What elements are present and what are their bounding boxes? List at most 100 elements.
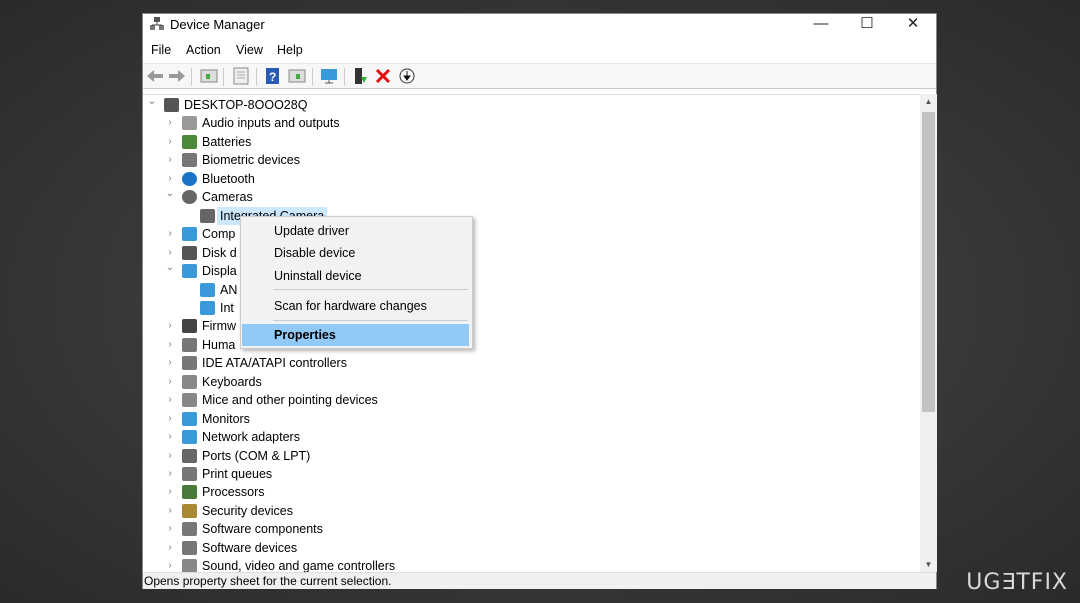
chevron-right-icon[interactable]: › [165, 557, 175, 572]
mouse-icon [182, 393, 197, 408]
update-driver-icon[interactable] [352, 67, 370, 85]
speaker-icon [182, 116, 197, 131]
uninstall-icon[interactable] [374, 67, 392, 85]
tree-item-label: Comp [202, 227, 236, 242]
action-pane-icon[interactable] [288, 67, 306, 85]
hid-icon [182, 337, 197, 352]
scroll-up-icon[interactable]: ▲ [920, 97, 937, 106]
vertical-scrollbar[interactable]: ▲ ▼ [920, 94, 937, 572]
computer-icon [164, 98, 179, 112]
chevron-right-icon[interactable]: › [165, 373, 175, 391]
chevron-right-icon[interactable]: › [165, 483, 175, 501]
menu-file[interactable]: File [151, 43, 171, 57]
monitor-icon[interactable] [320, 67, 338, 85]
tree-item-label: Batteries [202, 134, 252, 149]
webcam-icon [200, 208, 215, 223]
chevron-right-icon[interactable]: › [165, 391, 175, 409]
processor-icon [182, 485, 197, 500]
toolbar-separator [191, 68, 192, 86]
tree-item-label: DESKTOP-8OOO28Q [184, 98, 308, 112]
sound-icon [182, 559, 197, 572]
chevron-right-icon[interactable]: › [165, 539, 175, 557]
tree-item-label: Biometric devices [202, 153, 300, 168]
menu-item-scan-hardware[interactable]: Scan for hardware changes [242, 295, 469, 317]
chevron-down-icon[interactable]: ⌄ [147, 95, 157, 111]
scroll-down-icon[interactable]: ▼ [920, 560, 937, 569]
tree-item-label: Mice and other pointing devices [202, 393, 378, 408]
chevron-right-icon[interactable]: › [165, 317, 175, 335]
tree-item-label: Int [220, 300, 234, 315]
tree-item-label: Cameras [202, 190, 253, 205]
chevron-right-icon[interactable]: › [165, 520, 175, 538]
back-icon[interactable] [146, 67, 164, 85]
toolbar-separator [312, 68, 313, 86]
close-button[interactable]: ✕ [890, 14, 936, 36]
chevron-right-icon[interactable]: › [165, 465, 175, 483]
disk-icon [182, 245, 197, 260]
tree-item-label: Keyboards [202, 374, 262, 389]
menu-item-update-driver[interactable]: Update driver [242, 220, 469, 242]
chevron-right-icon[interactable]: › [165, 410, 175, 428]
display-adapter-icon [200, 282, 215, 297]
chevron-right-icon[interactable]: › [165, 336, 175, 354]
menu-item-uninstall-device[interactable]: Uninstall device [242, 265, 469, 287]
help-icon[interactable]: ? [264, 67, 282, 85]
device-manager-icon [150, 17, 164, 30]
toolbar: ? [143, 63, 936, 89]
tree-item-label: Software devices [202, 540, 298, 555]
tree-item-label: Software components [202, 522, 323, 537]
keyboard-icon [182, 374, 197, 389]
tree-item-label: Print queues [202, 467, 273, 481]
svg-text:?: ? [269, 70, 276, 84]
monitor-icon [182, 227, 197, 242]
tree-item-label: Firmw [202, 319, 237, 334]
toolbar-separator [344, 68, 345, 86]
menu-help[interactable]: Help [277, 43, 303, 57]
tree-item-label: Ports (COM & LPT) [202, 448, 311, 463]
display-adapter-icon [200, 300, 215, 315]
network-icon [182, 430, 197, 445]
chevron-right-icon[interactable]: › [165, 151, 175, 169]
toolbar-separator [256, 68, 257, 86]
chevron-down-icon[interactable]: ⌄ [165, 185, 175, 203]
tree-item-label: AN [220, 282, 238, 297]
chevron-right-icon[interactable]: › [165, 502, 175, 520]
tree-item-label: Displa [202, 264, 237, 279]
disable-icon[interactable] [398, 67, 416, 85]
menu-item-properties[interactable]: Properties [242, 324, 469, 346]
tree-item-label: Monitors [202, 411, 250, 426]
menu-item-disable-device[interactable]: Disable device [242, 242, 469, 264]
tree-item-label: Security devices [202, 503, 294, 518]
tree-item-label: Audio inputs and outputs [202, 116, 340, 131]
menu-action[interactable]: Action [186, 43, 221, 57]
chevron-right-icon[interactable]: › [165, 354, 175, 372]
scrollbar-thumb[interactable] [922, 112, 935, 412]
chevron-right-icon[interactable]: › [165, 114, 175, 132]
chevron-right-icon[interactable]: › [165, 428, 175, 446]
chevron-down-icon[interactable]: ⌄ [165, 259, 175, 277]
chevron-right-icon[interactable]: › [165, 133, 175, 151]
menu-view[interactable]: View [236, 43, 263, 57]
maximize-button[interactable]: ☐ [844, 14, 890, 36]
properties-icon[interactable] [232, 67, 250, 85]
tree-item-label: Processors [202, 485, 265, 500]
camera-icon [182, 190, 197, 205]
fingerprint-icon [182, 153, 197, 168]
tree-item-label: Huma [202, 337, 236, 352]
bluetooth-icon [182, 171, 197, 186]
security-icon [182, 503, 197, 518]
toolbar-separator [223, 68, 224, 86]
firmware-icon [182, 319, 197, 334]
tree-item-label: IDE ATA/ATAPI controllers [202, 356, 347, 371]
menu-bar: File Action View Help [143, 41, 936, 61]
tree-item-label: Network adapters [202, 430, 300, 445]
display-adapter-icon [182, 264, 197, 279]
software-component-icon [182, 522, 197, 537]
chevron-right-icon[interactable]: › [165, 225, 175, 243]
show-hide-console-tree-icon[interactable] [200, 67, 218, 85]
minimize-button[interactable]: — [798, 14, 844, 36]
forward-icon[interactable] [168, 67, 186, 85]
battery-icon [182, 134, 197, 149]
printer-icon [182, 467, 197, 481]
chevron-right-icon[interactable]: › [165, 447, 175, 465]
